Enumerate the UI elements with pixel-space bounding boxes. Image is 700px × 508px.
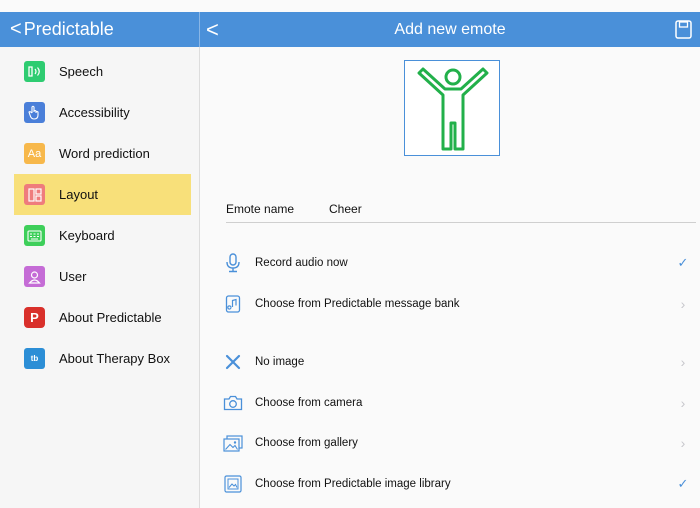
sidebar-item-label: User: [59, 269, 87, 284]
emote-image-preview[interactable]: [404, 60, 500, 156]
sidebar-item-label: Word prediction: [59, 146, 150, 161]
sidebar-item-layout[interactable]: Layout: [14, 174, 191, 215]
sidebar-item-word-prediction[interactable]: Aa Word prediction: [14, 133, 191, 174]
checkmark-icon: ✓: [677, 255, 689, 270]
option-label: Choose from Predictable message bank: [255, 298, 460, 310]
emote-name-input[interactable]: Cheer: [329, 202, 362, 216]
message-bank-option[interactable]: Choose from Predictable message bank ›: [221, 284, 691, 324]
keyboard-icon: [24, 225, 45, 246]
sidebar-item-speech[interactable]: Speech: [14, 51, 191, 92]
microphone-icon: [221, 251, 245, 275]
chevron-right-icon: ›: [680, 435, 686, 451]
hand-icon: [24, 102, 45, 123]
sidebar-item-about-predictable[interactable]: P About Predictable: [14, 297, 191, 338]
settings-back-button[interactable]: < Predictable: [0, 12, 200, 47]
cheering-person-icon: [417, 67, 489, 151]
predictable-logo-icon: P: [24, 307, 45, 328]
camera-option[interactable]: Choose from camera ›: [221, 383, 691, 423]
emote-name-field[interactable]: Emote name Cheer: [226, 195, 696, 223]
music-note-icon: [221, 292, 245, 316]
gallery-option[interactable]: Choose from gallery ›: [221, 423, 691, 463]
option-label: Choose from gallery: [255, 437, 358, 449]
camera-icon: [221, 391, 245, 415]
text-aa-icon: Aa: [24, 143, 45, 164]
settings-sidebar: Speech Accessibility Aa Word prediction …: [0, 47, 200, 508]
sidebar-item-keyboard[interactable]: Keyboard: [14, 215, 191, 256]
page-title: Add new emote: [394, 20, 506, 38]
option-label: Choose from camera: [255, 397, 363, 409]
speech-icon: [24, 61, 45, 82]
sidebar-item-label: Accessibility: [59, 105, 130, 120]
sidebar-item-label: Layout: [59, 187, 99, 202]
checkmark-icon: ✓: [677, 476, 689, 491]
sidebar-item-label: Keyboard: [59, 228, 115, 243]
emote-name-label: Emote name: [226, 201, 295, 216]
chevron-right-icon: ›: [680, 354, 686, 370]
sidebar-item-label: About Therapy Box: [59, 351, 171, 366]
back-button-label: Predictable: [23, 19, 114, 39]
sidebar-item-label: About Predictable: [59, 310, 162, 325]
no-image-option[interactable]: No image ›: [221, 342, 691, 382]
image-library-icon: [221, 472, 245, 496]
sidebar-item-about-therapy-box[interactable]: tb About Therapy Box: [14, 338, 191, 379]
emote-editor: Emote name Cheer Record audio now ✓ Choo…: [201, 47, 700, 508]
app-bar: < Predictable < Add new emote: [0, 12, 700, 47]
chevron-right-icon: ›: [680, 296, 686, 312]
sidebar-item-label: Speech: [59, 64, 104, 79]
gallery-icon: [221, 431, 245, 455]
chevron-left-icon: <: [10, 18, 22, 40]
option-label: No image: [255, 356, 305, 368]
status-strip: [0, 0, 700, 12]
close-icon: [221, 350, 245, 374]
layout-icon: [24, 184, 45, 205]
therapy-box-logo-icon: tb: [24, 348, 45, 369]
sidebar-item-user[interactable]: User: [14, 256, 191, 297]
option-label: Choose from Predictable image library: [255, 478, 451, 490]
user-icon: [24, 266, 45, 287]
image-library-option[interactable]: Choose from Predictable image library ✓: [221, 464, 691, 504]
record-audio-option[interactable]: Record audio now ✓: [221, 243, 691, 283]
chevron-right-icon: ›: [680, 395, 686, 411]
sidebar-item-accessibility[interactable]: Accessibility: [14, 92, 191, 133]
save-icon[interactable]: [675, 20, 692, 39]
option-label: Record audio now: [255, 257, 348, 269]
